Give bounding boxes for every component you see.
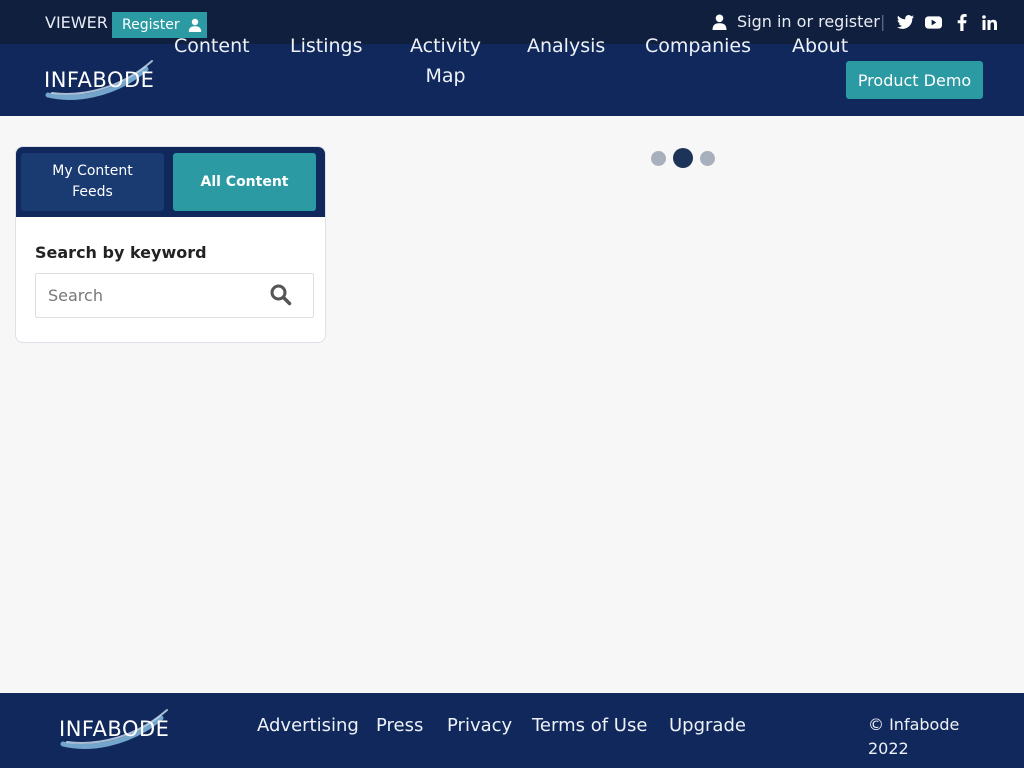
signin-link[interactable]: Sign in or register bbox=[712, 12, 880, 31]
nav-activity-map-line2: Map bbox=[425, 65, 466, 87]
nav-activity-map-line1: Activity bbox=[410, 35, 482, 57]
linkedin-icon[interactable] bbox=[981, 12, 998, 32]
tab-my-content-line1: My Content bbox=[52, 163, 133, 179]
signin-label: Sign in or register bbox=[737, 12, 880, 31]
copyright: © Infabode 2022 bbox=[868, 713, 978, 761]
viewer-label: VIEWER bbox=[45, 13, 108, 32]
copyright-line1: © Infabode bbox=[868, 715, 960, 734]
nav-companies[interactable]: Companies bbox=[645, 31, 751, 61]
nav-about-label: About bbox=[792, 35, 849, 57]
nav-listings[interactable]: Listings bbox=[290, 31, 363, 61]
loader-dot bbox=[700, 151, 715, 166]
footer-infabode-logo[interactable]: INFABODE bbox=[57, 706, 175, 750]
footer: INFABODE Advertising Press Privacy Terms… bbox=[0, 693, 1024, 768]
nav-about[interactable]: About bbox=[792, 31, 848, 61]
footer-logo-text: INFABODE bbox=[59, 717, 169, 741]
search-input[interactable] bbox=[36, 274, 261, 317]
social-links bbox=[897, 12, 998, 32]
nav-content-label: Content bbox=[174, 35, 250, 57]
footer-link-privacy[interactable]: Privacy bbox=[447, 715, 512, 736]
logo-text: INFABODE bbox=[44, 68, 154, 92]
loader-dot bbox=[651, 151, 666, 166]
product-demo-button[interactable]: Product Demo bbox=[846, 61, 983, 99]
nav-analysis[interactable]: Analysis bbox=[527, 31, 605, 61]
footer-link-press[interactable]: Press bbox=[376, 715, 423, 736]
copyright-line2: 2022 bbox=[868, 739, 909, 758]
twitter-icon[interactable] bbox=[897, 12, 914, 32]
nav-companies-label: Companies bbox=[645, 35, 752, 57]
facebook-icon[interactable] bbox=[953, 12, 970, 32]
search-icon[interactable] bbox=[270, 284, 292, 306]
loader-dot-active bbox=[673, 148, 693, 168]
separator: | bbox=[880, 12, 886, 31]
register-label: Register bbox=[122, 17, 180, 33]
footer-link-upgrade[interactable]: Upgrade bbox=[669, 715, 746, 736]
loading-indicator bbox=[651, 148, 717, 168]
infabode-logo[interactable]: INFABODE bbox=[42, 57, 160, 101]
tab-my-content-line2: Feeds bbox=[72, 184, 113, 200]
utility-bar: VIEWER Register Sign in or register | bbox=[0, 0, 1024, 44]
footer-link-terms[interactable]: Terms of Use bbox=[532, 715, 647, 736]
nav-content[interactable]: Content bbox=[174, 31, 250, 61]
user-icon bbox=[188, 18, 201, 32]
search-label: Search by keyword bbox=[35, 243, 207, 262]
nav-listings-label: Listings bbox=[290, 35, 363, 57]
tab-all-content-label: All Content bbox=[200, 173, 289, 190]
main-navigation: INFABODE Content Listings Activity Map A… bbox=[0, 35, 1024, 116]
user-icon bbox=[712, 14, 727, 30]
footer-link-advertising[interactable]: Advertising bbox=[257, 715, 359, 736]
tab-my-content-feeds[interactable]: My Content Feeds bbox=[21, 153, 164, 211]
tab-all-content[interactable]: All Content bbox=[173, 153, 316, 211]
content-filter-card: My Content Feeds All Content Search by k… bbox=[15, 146, 326, 343]
nav-activity-map[interactable]: Activity Map bbox=[410, 31, 481, 91]
youtube-icon[interactable] bbox=[925, 12, 942, 32]
nav-analysis-label: Analysis bbox=[527, 35, 606, 57]
content-tabs: My Content Feeds All Content bbox=[16, 147, 325, 217]
search-box bbox=[35, 273, 314, 318]
